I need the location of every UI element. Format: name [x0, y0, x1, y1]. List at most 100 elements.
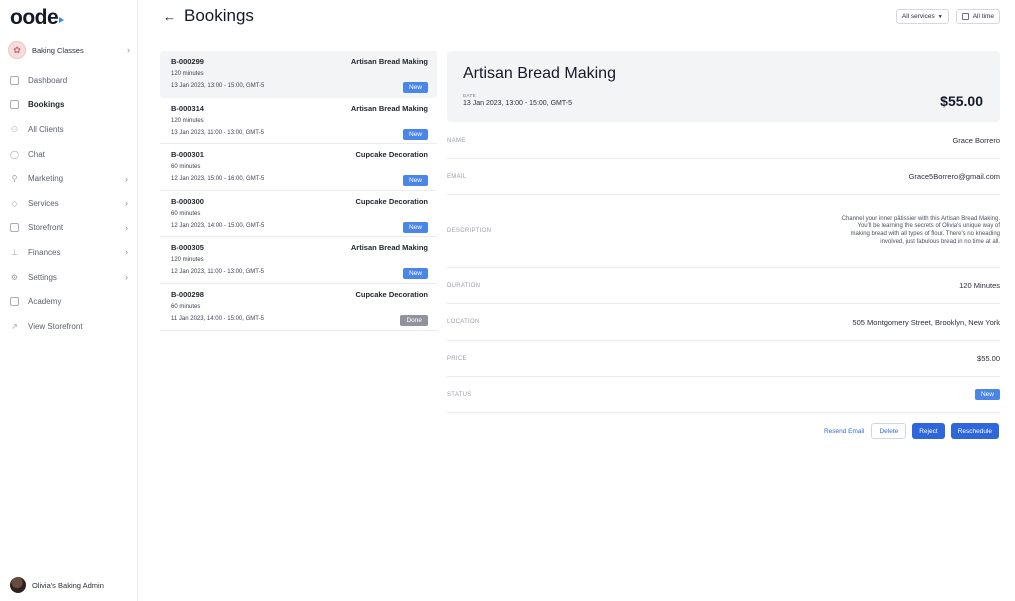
filters: All services ▼ All time — [895, 9, 1000, 24]
sidebar-item-label: Finances — [28, 247, 61, 257]
sidebar-item-label: Bookings — [28, 100, 65, 110]
booking-date: 13 Jan 2023, 13:00 - 15:00, GMT-5 — [463, 100, 572, 107]
resend-email-button[interactable]: Resend Email — [824, 428, 864, 435]
sidebar-item-dashboard[interactable]: Dashboard — [0, 68, 138, 93]
sidebar-item-view-storefront[interactable]: ↗ View Storefront — [0, 314, 138, 339]
page-title: Bookings — [184, 6, 254, 25]
booking-service: Cupcake Decoration — [355, 289, 428, 299]
field-location: LOCATION 505 Montgomery Street, Brooklyn… — [447, 304, 1000, 341]
field-label: PRICE — [447, 355, 467, 362]
booking-service: Artisan Bread Making — [350, 243, 428, 253]
field-label: DURATION — [447, 282, 481, 289]
field-label: EMAIL — [447, 173, 467, 180]
sidebar-item-bookings[interactable]: Bookings — [0, 93, 138, 118]
sidebar-item-label: View Storefront — [28, 321, 83, 331]
booking-price: $55.00 — [940, 93, 983, 109]
field-duration: DURATION 120 Minutes — [447, 268, 1000, 304]
time-filter-label: All time — [972, 13, 994, 20]
field-email: EMAIL Grace5Borrero@gmail.com — [447, 159, 1000, 195]
booking-duration: 120 minutes — [171, 117, 204, 124]
booking-service: Cupcake Decoration — [355, 196, 428, 206]
user-name: Olivia's Baking Admin — [32, 580, 104, 590]
sidebar-item-label: Chat — [28, 149, 45, 159]
chevron-down-icon: ▼ — [937, 13, 943, 20]
sidebar-item-label: Dashboard — [28, 75, 68, 85]
status-badge: New — [402, 175, 428, 187]
logo-arrow-icon — [59, 17, 65, 23]
sidebar-item-marketing[interactable]: ⚲ Marketing › — [0, 166, 138, 191]
price-value: $55.00 — [977, 354, 1000, 363]
sidebar-item-settings[interactable]: ⚙ Settings › — [0, 265, 138, 290]
sidebar-item-label: Academy — [28, 297, 62, 307]
field-label: LOCATION — [447, 319, 480, 325]
sidebar-nav: Dashboard Bookings ⚇ All Clients ◯ Chat ⚲ Marke… — [0, 68, 138, 339]
back-arrow-icon[interactable]: ← — [163, 9, 176, 24]
chat-icon: ◯ — [10, 149, 19, 159]
business-switcher[interactable]: ✿ Baking Classes › — [8, 40, 130, 60]
reschedule-button[interactable]: Reschedule — [950, 423, 999, 439]
booking-datetime: 12 Jan 2023, 11:00 - 13:00, GMT-5 — [171, 269, 264, 276]
list-item[interactable]: B-000301 Cupcake Decoration 60 minutes 12 J… — [160, 144, 437, 191]
booking-title: Artisan Bread Making — [463, 65, 616, 82]
status-badge: New — [402, 128, 428, 140]
sidebar-item-services[interactable]: ◇ Services › — [0, 191, 138, 216]
field-label: NAME — [447, 137, 466, 144]
sidebar-item-finances[interactable]: ⊥ Finances › — [0, 240, 138, 265]
bookings-list: B-000299 Artisan Bread Making 120 minutes 1… — [160, 51, 437, 331]
booking-datetime: 13 Jan 2023, 11:00 - 13:00, GMT-5 — [171, 129, 264, 136]
calendar-icon — [961, 13, 969, 20]
list-item[interactable]: B-000314 Artisan Bread Making 120 minutes 1… — [160, 98, 437, 145]
booking-actions: Resend Email Delete Reject Reschedule — [824, 423, 999, 439]
finances-icon: ⊥ — [11, 247, 18, 257]
field-name: NAME Grace Borrero — [447, 123, 1000, 159]
reject-button[interactable]: Reject — [912, 423, 945, 439]
booking-detail-header: Artisan Bread Making DATE 13 Jan 2023, 1… — [447, 51, 1000, 122]
sidebar-item-label: Marketing — [28, 174, 64, 184]
sidebar-item-storefront[interactable]: Storefront › — [0, 216, 138, 241]
business-avatar: ✿ — [8, 41, 26, 59]
sidebar-item-all-clients[interactable]: ⚇ All Clients — [0, 117, 138, 142]
status-badge: New — [402, 268, 428, 280]
delete-button[interactable]: Delete — [871, 423, 907, 439]
list-item[interactable]: B-000298 Cupcake Decoration 60 minutes 11 J… — [160, 284, 437, 331]
field-price: PRICE $55.00 — [447, 341, 1000, 377]
logo[interactable]: oode — [10, 6, 65, 30]
client-email[interactable]: Grace5Borrero@gmail.com — [909, 172, 1000, 181]
date-label: DATE — [463, 93, 476, 98]
field-status: STATUS New — [447, 377, 1000, 413]
sidebar-item-academy[interactable]: Academy — [0, 289, 138, 314]
booking-id: B-000301 — [171, 150, 204, 160]
booking-duration: 60 minutes — [171, 210, 201, 217]
academy-icon — [10, 297, 19, 307]
list-item[interactable]: B-000300 Cupcake Decoration 60 minutes 12 J… — [160, 191, 437, 238]
page-header: ← Bookings — [163, 6, 254, 26]
user-profile[interactable]: Olivia's Baking Admin — [10, 577, 104, 593]
list-item[interactable]: B-000299 Artisan Bread Making 120 minutes 1… — [160, 51, 437, 98]
sidebar-item-label: Storefront — [28, 223, 64, 233]
storefront-icon — [10, 223, 19, 233]
status-badge: New — [974, 389, 1000, 400]
gear-icon: ⚙ — [10, 272, 19, 282]
booking-id: B-000298 — [171, 289, 204, 299]
booking-datetime: 11 Jan 2023, 14:00 - 15:00, GMT-5 — [171, 315, 264, 322]
services-filter-label: All services — [901, 13, 935, 20]
chevron-right-icon: › — [125, 173, 128, 184]
client-name: Grace Borrero — [952, 136, 1000, 145]
booking-id: B-000314 — [171, 103, 204, 113]
booking-datetime: 13 Jan 2023, 13:00 - 15:00, GMT-5 — [171, 83, 265, 89]
megaphone-icon: ⚲ — [11, 174, 18, 184]
list-item[interactable]: B-000305 Artisan Bread Making 120 minutes 1… — [160, 237, 437, 284]
chevron-right-icon: › — [125, 198, 128, 209]
external-link-icon: ↗ — [11, 321, 18, 331]
logo-text: oode — [10, 6, 59, 29]
services-filter-select[interactable]: All services ▼ — [895, 9, 949, 24]
chevron-right-icon: › — [125, 272, 128, 283]
time-filter-button[interactable]: All time — [955, 9, 1000, 24]
service-description: Channel your inner pâtissier with this A… — [841, 215, 1000, 245]
sidebar-item-chat[interactable]: ◯ Chat — [0, 142, 138, 167]
dashboard-icon — [10, 75, 19, 85]
status-badge: Done — [400, 314, 428, 326]
chevron-right-icon: › — [125, 247, 128, 258]
field-label: STATUS — [447, 391, 472, 398]
avatar — [10, 577, 26, 593]
